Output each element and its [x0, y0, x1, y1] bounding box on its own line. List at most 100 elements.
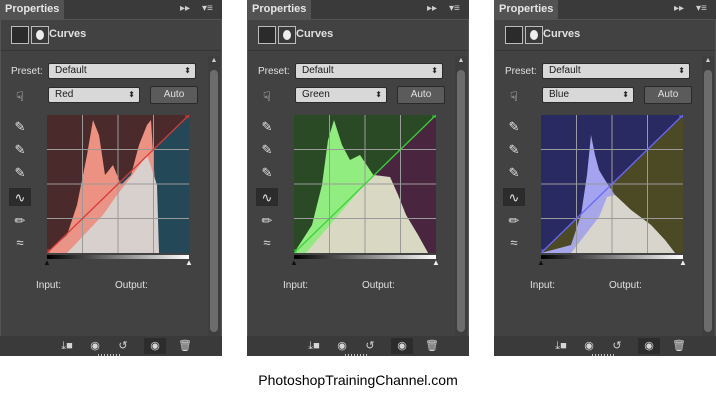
- properties-tab[interactable]: Properties: [494, 0, 558, 19]
- black-point-slider[interactable]: ▲: [290, 258, 298, 267]
- resize-grip[interactable]: [592, 354, 616, 356]
- eyedropper-white-icon[interactable]: ✎: [9, 164, 31, 182]
- channel-value: Blue: [549, 89, 570, 100]
- resize-grip[interactable]: [98, 354, 122, 356]
- panel-body: Curves Preset: Default ⬍ ☟ Blue ⬍ Auto ✎ ✎…: [495, 20, 715, 352]
- curve-tool-icon[interactable]: ∿: [503, 188, 525, 206]
- channel-dropdown[interactable]: Red ⬍: [48, 87, 140, 103]
- scroll-thumb[interactable]: [457, 70, 465, 332]
- auto-button[interactable]: Auto: [397, 86, 445, 104]
- pencil-icon[interactable]: ✏: [256, 212, 278, 230]
- eye-icon[interactable]: ◉: [391, 338, 413, 354]
- trash-icon[interactable]: 🗑: [421, 338, 443, 354]
- double-arrow-icon[interactable]: ▸▸: [427, 2, 437, 16]
- panel-menu-icon[interactable]: ▾≡: [449, 2, 460, 16]
- white-point-slider[interactable]: ▲: [185, 258, 193, 267]
- scroll-thumb[interactable]: [210, 70, 218, 332]
- black-point-slider[interactable]: ▲: [43, 258, 51, 267]
- channel-value: Red: [55, 89, 74, 100]
- trash-icon[interactable]: 🗑: [174, 338, 196, 354]
- hand-adjust-icon[interactable]: ☟: [256, 88, 278, 106]
- input-label: Input:: [36, 280, 62, 291]
- curves-icon[interactable]: [505, 26, 523, 44]
- smooth-icon[interactable]: ≈: [503, 234, 525, 252]
- eyedropper-gray-icon[interactable]: ✎: [256, 141, 278, 159]
- output-label: Output:: [115, 280, 148, 291]
- scroll-up-icon[interactable]: ▲: [456, 57, 466, 64]
- white-point-slider[interactable]: ▲: [679, 258, 687, 267]
- preset-value: Default: [55, 65, 87, 76]
- eye-icon[interactable]: ◉: [144, 338, 166, 354]
- output-label: Output:: [609, 280, 642, 291]
- preset-dropdown[interactable]: Default ⬍: [48, 63, 196, 79]
- double-arrow-icon[interactable]: ▸▸: [674, 2, 684, 16]
- panel-menu-icon[interactable]: ▾≡: [696, 2, 707, 16]
- pencil-icon[interactable]: ✏: [503, 212, 525, 230]
- auto-button[interactable]: Auto: [150, 86, 198, 104]
- input-label: Input:: [530, 280, 556, 291]
- preset-dropdown[interactable]: Default ⬍: [542, 63, 690, 79]
- view-previous-icon[interactable]: ◉: [84, 338, 106, 354]
- curve-tool-icon[interactable]: ∿: [256, 188, 278, 206]
- eyedropper-black-icon[interactable]: ✎: [9, 118, 31, 136]
- curves-graph[interactable]: [47, 115, 189, 253]
- reset-icon[interactable]: ↺: [359, 338, 381, 354]
- smooth-icon[interactable]: ≈: [256, 234, 278, 252]
- panel-footer: ⤓■ ◉ ↺ ◉ 🗑: [247, 336, 469, 356]
- mask-icon[interactable]: [525, 26, 543, 44]
- channel-dropdown[interactable]: Blue ⬍: [542, 87, 634, 103]
- adjustment-title: Curves: [543, 28, 581, 40]
- eyedropper-gray-icon[interactable]: ✎: [503, 141, 525, 159]
- white-point-slider[interactable]: ▲: [432, 258, 440, 267]
- preset-dropdown[interactable]: Default ⬍: [295, 63, 443, 79]
- channel-value: Green: [302, 89, 330, 100]
- eyedropper-black-icon[interactable]: ✎: [256, 118, 278, 136]
- reset-icon[interactable]: ↺: [112, 338, 134, 354]
- reset-icon[interactable]: ↺: [606, 338, 628, 354]
- adjustment-header: Curves: [1, 20, 221, 51]
- channel-dropdown[interactable]: Green ⬍: [295, 87, 387, 103]
- auto-button[interactable]: Auto: [644, 86, 692, 104]
- eyedropper-black-icon[interactable]: ✎: [503, 118, 525, 136]
- panel-body: Curves Preset: Default ⬍ ☟ Green ⬍ Auto ✎ …: [248, 20, 468, 352]
- properties-tab[interactable]: Properties: [0, 0, 64, 19]
- preset-value: Default: [549, 65, 581, 76]
- eye-icon[interactable]: ◉: [638, 338, 660, 354]
- curves-graph[interactable]: [541, 115, 683, 253]
- eyedropper-white-icon[interactable]: ✎: [256, 164, 278, 182]
- curves-icon[interactable]: [258, 26, 276, 44]
- eyedropper-gray-icon[interactable]: ✎: [9, 141, 31, 159]
- properties-tab[interactable]: Properties: [247, 0, 311, 19]
- updown-arrow-icon: ⬍: [375, 90, 382, 99]
- hand-adjust-icon[interactable]: ☟: [503, 88, 525, 106]
- preset-label: Preset:: [258, 66, 290, 77]
- curves-graph[interactable]: [294, 115, 436, 253]
- clip-to-layer-icon[interactable]: ⤓■: [303, 338, 325, 354]
- updown-arrow-icon: ⬍: [678, 66, 685, 75]
- scroll-up-icon[interactable]: ▲: [703, 57, 713, 64]
- scroll-up-icon[interactable]: ▲: [209, 57, 219, 64]
- pencil-icon[interactable]: ✏: [9, 212, 31, 230]
- panel-scrollbar[interactable]: ▲ ▼: [208, 56, 220, 352]
- smooth-icon[interactable]: ≈: [9, 234, 31, 252]
- scroll-thumb[interactable]: [704, 70, 712, 332]
- view-previous-icon[interactable]: ◉: [578, 338, 600, 354]
- panel-scrollbar[interactable]: ▲ ▼: [455, 56, 467, 352]
- mask-icon[interactable]: [31, 26, 49, 44]
- clip-to-layer-icon[interactable]: ⤓■: [56, 338, 78, 354]
- adjustment-title: Curves: [49, 28, 87, 40]
- trash-icon[interactable]: 🗑: [668, 338, 690, 354]
- eyedropper-white-icon[interactable]: ✎: [503, 164, 525, 182]
- panel-menu-icon[interactable]: ▾≡: [202, 2, 213, 16]
- panel-scrollbar[interactable]: ▲ ▼: [702, 56, 714, 352]
- updown-arrow-icon: ⬍: [128, 90, 135, 99]
- double-arrow-icon[interactable]: ▸▸: [180, 2, 190, 16]
- view-previous-icon[interactable]: ◉: [331, 338, 353, 354]
- hand-adjust-icon[interactable]: ☟: [9, 88, 31, 106]
- clip-to-layer-icon[interactable]: ⤓■: [550, 338, 572, 354]
- mask-icon[interactable]: [278, 26, 296, 44]
- curve-tool-icon[interactable]: ∿: [9, 188, 31, 206]
- curves-icon[interactable]: [11, 26, 29, 44]
- black-point-slider[interactable]: ▲: [537, 258, 545, 267]
- resize-grip[interactable]: [345, 354, 369, 356]
